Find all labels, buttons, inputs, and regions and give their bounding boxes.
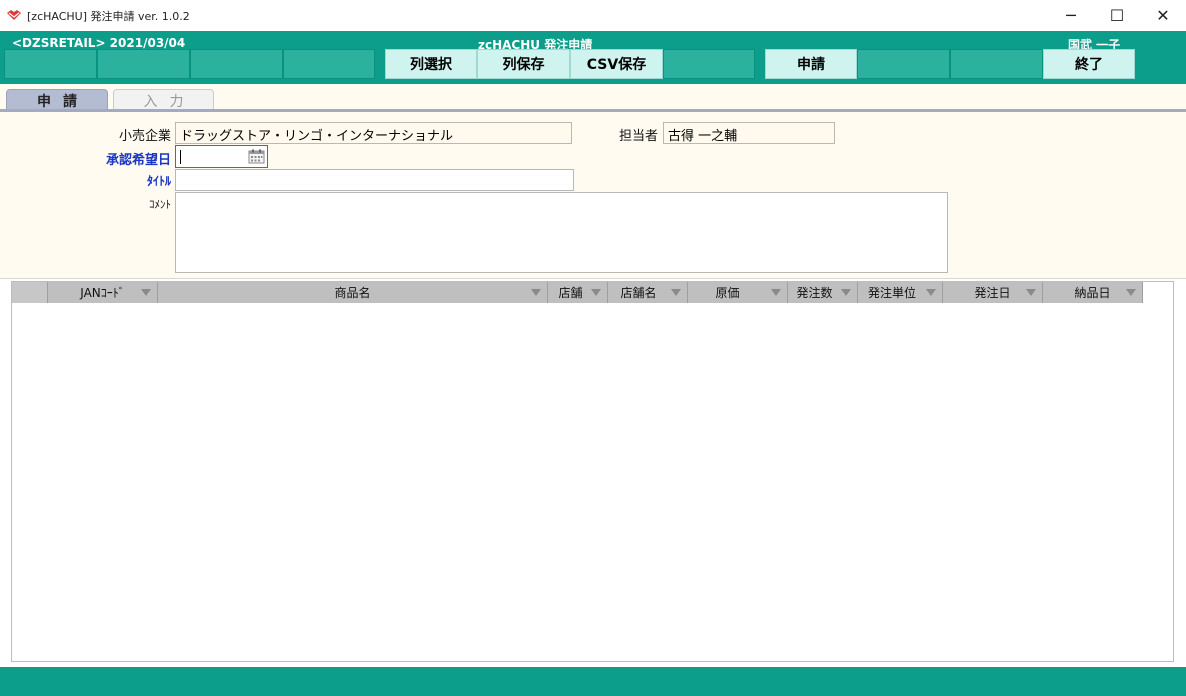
- function-key-8-button[interactable]: [663, 49, 755, 79]
- column-save-button[interactable]: 列保存: [477, 49, 570, 79]
- function-key-2-button[interactable]: [97, 49, 190, 79]
- apply-button[interactable]: 申請: [765, 49, 857, 79]
- calendar-icon[interactable]: [248, 149, 265, 164]
- column-header-label: 納品日: [1074, 286, 1111, 300]
- staff-field: 古得 一之輔: [663, 122, 835, 144]
- column-header-jan-code[interactable]: JANｺｰﾄﾞ: [48, 282, 158, 303]
- column-header-label: 商品名: [334, 286, 371, 300]
- column-header-cost[interactable]: 原価: [688, 282, 788, 303]
- exit-button[interactable]: 終了: [1043, 49, 1135, 79]
- column-header-label: 発注数: [796, 286, 833, 300]
- column-header-delivery-date[interactable]: 納品日: [1043, 282, 1143, 303]
- text-cursor: [180, 150, 181, 164]
- close-button[interactable]: ✕: [1140, 0, 1186, 31]
- filter-icon[interactable]: [841, 289, 851, 296]
- column-header-label: 店舗名: [620, 286, 657, 300]
- toolbar: <DZSRETAIL> 2021/03/04 zcHACHU 発注申請 国武 一…: [0, 31, 1186, 84]
- retailer-label: 小売企業: [118, 129, 171, 144]
- column-header-label: 発注日: [974, 286, 1011, 300]
- retailer-field: ドラッグストア・リンゴ・インターナショナル: [175, 122, 572, 144]
- title-input[interactable]: [175, 169, 574, 191]
- minimize-button[interactable]: ─: [1048, 0, 1094, 31]
- desired-approval-date-label: 承認希望日: [105, 153, 171, 168]
- app-logo-icon: [7, 10, 21, 20]
- filter-icon[interactable]: [1126, 289, 1136, 296]
- application-form: 小売企業 ドラッグストア・リンゴ・インターナショナル 担当者 古得 一之輔 承認…: [0, 112, 1186, 278]
- column-select-button[interactable]: 列選択: [385, 49, 477, 79]
- window-titlebar: [zcHACHU] 発注申請 ver. 1.0.2 ─ ☐ ✕: [0, 0, 1186, 32]
- staff-label: 担当者: [618, 129, 658, 144]
- function-key-11-button[interactable]: [950, 49, 1043, 79]
- maximize-button[interactable]: ☐: [1094, 0, 1140, 31]
- column-header-store-name[interactable]: 店舗名: [608, 282, 688, 303]
- column-header-order-qty[interactable]: 発注数: [788, 282, 858, 303]
- filter-icon[interactable]: [531, 289, 541, 296]
- column-header-label: 発注単位: [867, 286, 916, 300]
- section-divider: [0, 278, 1186, 279]
- filter-icon[interactable]: [141, 289, 151, 296]
- filter-icon[interactable]: [591, 289, 601, 296]
- company-date-info: <DZSRETAIL> 2021/03/04: [12, 36, 186, 50]
- filter-icon[interactable]: [671, 289, 681, 296]
- csv-save-button[interactable]: CSV保存: [570, 49, 663, 79]
- function-key-10-button[interactable]: [857, 49, 950, 79]
- column-header-label: 店舗: [558, 286, 583, 300]
- comment-label: ｺﾒﾝﾄ: [149, 198, 171, 211]
- function-key-4-button[interactable]: [283, 49, 375, 79]
- filter-icon[interactable]: [1026, 289, 1036, 296]
- title-label: ﾀｲﾄﾙ: [146, 174, 171, 188]
- column-header-label: JANｺｰﾄﾞ: [80, 286, 125, 300]
- order-grid[interactable]: JANｺｰﾄﾞ 商品名 店舗 店舗名 原価 発注数 発注単位 発注日 納品日: [11, 281, 1174, 662]
- window-title: [zcHACHU] 発注申請 ver. 1.0.2: [27, 10, 190, 23]
- desired-approval-date-input[interactable]: [175, 145, 268, 168]
- filter-icon[interactable]: [926, 289, 936, 296]
- filter-icon[interactable]: [771, 289, 781, 296]
- function-key-1-button[interactable]: [4, 49, 97, 79]
- column-header-product-name[interactable]: 商品名: [158, 282, 548, 303]
- status-bar: [0, 667, 1186, 696]
- column-header-label: 原価: [715, 286, 740, 300]
- column-header-store[interactable]: 店舗: [548, 282, 608, 303]
- column-header-order-date[interactable]: 発注日: [943, 282, 1043, 303]
- column-header-order-unit[interactable]: 発注単位: [858, 282, 943, 303]
- function-key-3-button[interactable]: [190, 49, 283, 79]
- comment-textarea[interactable]: [175, 192, 948, 273]
- row-selector-header[interactable]: [12, 282, 48, 303]
